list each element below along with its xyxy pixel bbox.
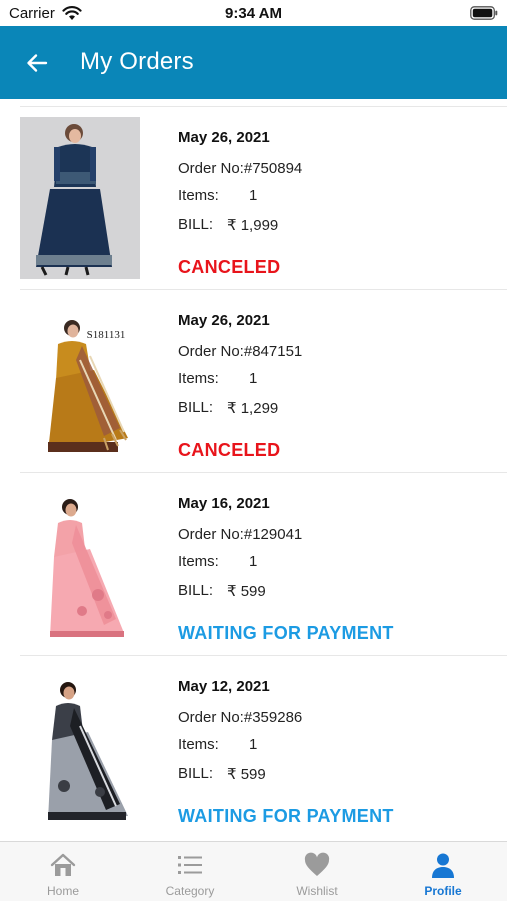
grey-black-saree-photo: [20, 666, 140, 828]
order-number: Order No:#359286: [178, 709, 303, 726]
product-code-text: S181131: [87, 329, 126, 341]
order-status: WAITING FOR PAYMENT: [178, 623, 394, 643]
order-status: WAITING FOR PAYMENT: [178, 806, 394, 826]
items-count: 1: [249, 370, 258, 387]
order-card[interactable]: May 12, 2021 Order No:#359286 Items: 1 B…: [20, 655, 507, 839]
bottom-tab-bar: Home Category Wishlist Profile: [0, 841, 507, 901]
back-arrow-icon[interactable]: [24, 50, 50, 76]
items-count: 1: [249, 736, 258, 753]
list-icon: [178, 856, 202, 874]
tab-label: Profile: [424, 884, 462, 898]
tab-label: Wishlist: [296, 884, 338, 898]
order-number: Order No:#847151: [178, 343, 303, 360]
items-label: Items:: [178, 553, 219, 570]
dark-blue-kurti-skirt-set-photo: [20, 117, 140, 279]
tab-profile[interactable]: Profile: [380, 842, 506, 901]
order-card[interactable]: May 26, 2021 Order No:#750894 Items: 1 B…: [20, 106, 507, 290]
tab-category[interactable]: Category: [127, 842, 253, 901]
status-bar: Carrier 9:34 AM: [0, 0, 507, 26]
tab-label: Category: [165, 884, 215, 898]
order-date: May 16, 2021: [178, 495, 270, 512]
user-icon: [432, 853, 454, 878]
bill-amount: ₹ 599: [227, 583, 266, 600]
page-title: My Orders: [80, 48, 194, 75]
order-status: CANCELED: [178, 257, 281, 277]
bill-amount: ₹ 1,999: [227, 217, 279, 234]
tab-wishlist[interactable]: Wishlist: [254, 842, 380, 901]
battery-icon: [470, 6, 498, 20]
clock-time: 9:34 AM: [225, 5, 282, 22]
order-date: May 26, 2021: [178, 312, 270, 329]
items-label: Items:: [178, 187, 219, 204]
bill-amount: ₹ 599: [227, 766, 266, 783]
items-label: Items:: [178, 370, 219, 387]
order-number: Order No:#750894: [178, 160, 303, 177]
order-status: CANCELED: [178, 440, 281, 460]
tab-label: Home: [46, 884, 79, 898]
tab-home[interactable]: Home: [0, 842, 126, 901]
order-date: May 26, 2021: [178, 129, 270, 146]
items-count: 1: [249, 187, 258, 204]
bill-label: BILL:: [178, 582, 214, 599]
bill-label: BILL:: [178, 765, 214, 782]
bill-label: BILL:: [178, 216, 214, 233]
order-date: May 12, 2021: [178, 678, 270, 695]
app-bar: My Orders: [0, 26, 507, 99]
heart-icon: [304, 852, 330, 876]
bill-label: BILL:: [178, 399, 214, 416]
bill-amount: ₹ 1,299: [227, 400, 279, 417]
order-number: Order No:#129041: [178, 526, 303, 543]
home-icon: [50, 853, 76, 876]
items-count: 1: [249, 553, 258, 570]
items-label: Items:: [178, 736, 219, 753]
order-card[interactable]: May 16, 2021 Order No:#129041 Items: 1 B…: [20, 472, 507, 656]
mustard-printed-saree-photo: S181131: [20, 300, 140, 462]
pink-embroidered-saree-photo: [20, 483, 140, 645]
orders-list[interactable]: May 26, 2021 Order No:#750894 Items: 1 B…: [0, 99, 507, 841]
order-card[interactable]: S181131 May 26, 2021 Order No:#847151 It…: [20, 289, 507, 473]
